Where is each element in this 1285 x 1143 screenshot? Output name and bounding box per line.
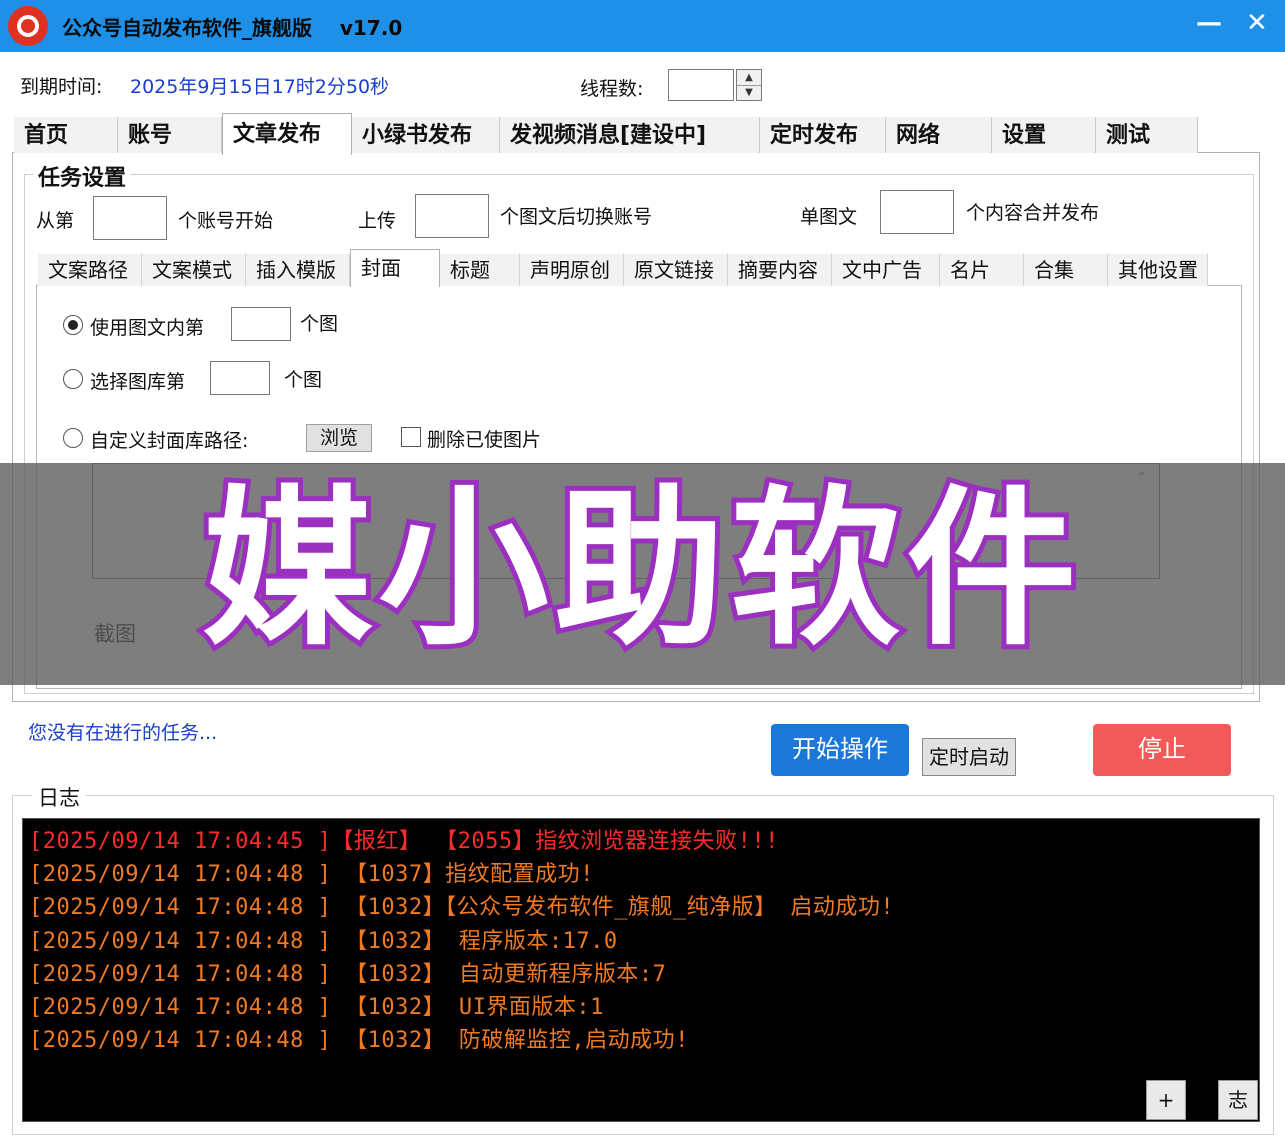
subtab-copy-mode[interactable]: 文案模式 xyxy=(142,254,246,286)
subtab-source-link[interactable]: 原文链接 xyxy=(624,254,728,286)
subtab-collection[interactable]: 合集 xyxy=(1024,254,1108,286)
cover-option2-label: 选择图库第 xyxy=(90,371,186,393)
log-plus-button[interactable]: + xyxy=(1146,1080,1186,1120)
start-button[interactable]: 开始操作 xyxy=(771,724,909,776)
close-button[interactable]: ✕ xyxy=(1246,8,1268,38)
tab-settings[interactable]: 设置 xyxy=(992,117,1096,153)
delete-used-checkbox[interactable] xyxy=(401,427,421,447)
watermark-text: 媒小助软件 xyxy=(197,466,1083,674)
tab-test[interactable]: 测试 xyxy=(1096,117,1198,153)
log-console: [2025/09/14 17:04:45 ]【报红】 【2055】指纹浏览器连接… xyxy=(22,818,1260,1122)
subtab-other[interactable]: 其他设置 xyxy=(1108,254,1208,286)
spin-down-icon[interactable]: ▼ xyxy=(737,85,761,100)
expiry-label: 到期时间: xyxy=(20,76,103,98)
log-line: [2025/09/14 17:04:48 ] 【1037】指纹配置成功! xyxy=(29,862,594,887)
tab-network[interactable]: 网络 xyxy=(886,117,992,153)
browse-button[interactable]: 浏览 xyxy=(306,424,372,452)
tab-video-message[interactable]: 发视频消息[建设中] xyxy=(500,117,760,153)
task-status: 您没有在进行的任务... xyxy=(28,722,218,744)
single-label: 单图文 xyxy=(800,206,858,228)
subtab-title[interactable]: 标题 xyxy=(440,254,520,286)
cover-option2-radio[interactable] xyxy=(63,369,83,389)
log-line: [2025/09/14 17:04:48 ] 【1032】 防破解监控,启动成功… xyxy=(29,1028,689,1053)
subtab-original[interactable]: 声明原创 xyxy=(520,254,624,286)
stop-button[interactable]: 停止 xyxy=(1093,724,1231,776)
from-label: 从第 xyxy=(36,210,75,232)
timer-start-button[interactable]: 定时启动 xyxy=(922,738,1016,776)
cover-option1-radio[interactable] xyxy=(63,315,83,335)
threads-label: 线程数: xyxy=(580,78,644,100)
log-line: [2025/09/14 17:04:45 ]【报红】 【2055】指纹浏览器连接… xyxy=(29,829,779,854)
subtab-summary[interactable]: 摘要内容 xyxy=(728,254,832,286)
cover-option3-label: 自定义封面库路径: xyxy=(90,430,249,452)
task-settings-title: 任务设置 xyxy=(34,160,131,192)
cover-option1-suffix: 个图 xyxy=(300,313,339,335)
subtab-copy-path[interactable]: 文案路径 xyxy=(38,254,142,286)
tab-green-book[interactable]: 小绿书发布 xyxy=(352,117,500,153)
tab-home[interactable]: 首页 xyxy=(14,117,118,153)
log-line: [2025/09/14 17:04:48 ] 【1032】 自动更新程序版本:7 xyxy=(29,962,667,987)
log-line: [2025/09/14 17:04:48 ] 【1032】【公众号发布软件_旗舰… xyxy=(29,895,895,920)
upload-count-input[interactable] xyxy=(415,194,489,238)
log-title: 日志 xyxy=(32,782,86,812)
app-logo-icon xyxy=(8,6,48,46)
subtab-ads[interactable]: 文中广告 xyxy=(832,254,940,286)
minimize-button[interactable]: — xyxy=(1196,8,1222,38)
log-line: [2025/09/14 17:04:48 ] 【1032】 程序版本:17.0 xyxy=(29,929,618,954)
from-account-input[interactable] xyxy=(93,196,167,240)
single-count-input[interactable] xyxy=(880,190,954,234)
threads-spinner[interactable]: ▲ ▼ xyxy=(736,69,762,101)
expiry-value: 2025年9月15日17时2分50秒 xyxy=(130,76,390,98)
tab-scheduled[interactable]: 定时发布 xyxy=(760,117,886,153)
cover-option2-suffix: 个图 xyxy=(284,369,323,391)
log-line: [2025/09/14 17:04:48 ] 【1032】 UI界面版本:1 xyxy=(29,995,604,1020)
subtab-card[interactable]: 名片 xyxy=(940,254,1024,286)
cover-option2-input[interactable] xyxy=(210,361,270,395)
spin-up-icon[interactable]: ▲ xyxy=(737,70,761,86)
subtab-insert-template[interactable]: 插入模版 xyxy=(246,254,350,286)
tab-accounts[interactable]: 账号 xyxy=(118,117,222,153)
subtab-cover[interactable]: 封面 xyxy=(350,249,440,287)
merge-suffix: 个内容合并发布 xyxy=(966,202,1100,224)
log-view-button[interactable]: 志 xyxy=(1218,1080,1258,1120)
window-title: 公众号自动发布软件_旗舰版 v17.0 xyxy=(62,16,403,40)
cover-option1-input[interactable] xyxy=(231,307,291,341)
start-suffix: 个账号开始 xyxy=(178,210,274,232)
threads-input[interactable] xyxy=(668,69,734,101)
cover-option1-label: 使用图文内第 xyxy=(90,317,205,339)
switch-suffix: 个图文后切换账号 xyxy=(500,206,653,228)
cover-option3-radio[interactable] xyxy=(63,428,83,448)
tab-article-publish[interactable]: 文章发布 xyxy=(222,113,352,155)
delete-used-label: 删除已使图片 xyxy=(427,429,542,451)
upload-label: 上传 xyxy=(358,210,397,232)
